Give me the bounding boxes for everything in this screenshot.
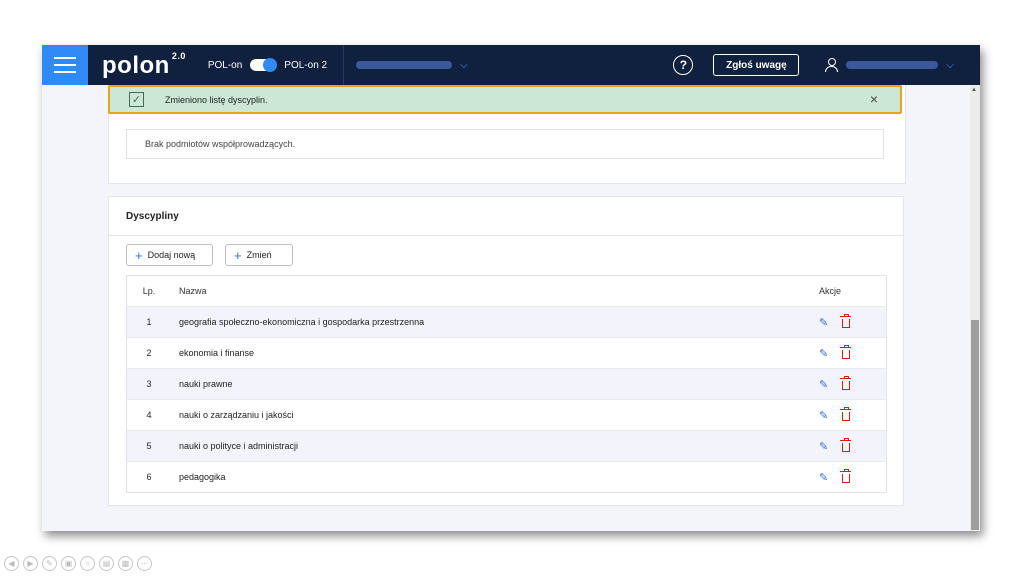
empty-co-organizers-message: Brak podmiotów współprowadzących. <box>126 129 884 159</box>
zoom-icon[interactable]: ○ <box>80 556 95 571</box>
pencil-icon[interactable]: ✎ <box>819 316 828 329</box>
vertical-scrollbar[interactable]: ▲ <box>970 85 980 531</box>
change-button-label: Zmień <box>246 250 272 260</box>
system-switch[interactable] <box>250 58 278 72</box>
column-header-name: Nazwa <box>179 286 207 296</box>
table-row: 2 ekonomia i finanse ✎ <box>127 338 886 369</box>
app-window: polon 2.0 POL-on POL-on 2 ⌵ ? Zgłoś uwagę… <box>42 45 980 531</box>
disciplines-card: Dyscypliny + Dodaj nową + Zmień Lp. Nazw… <box>108 196 904 506</box>
trash-icon[interactable] <box>840 375 852 390</box>
table-row: 6 pedagogika ✎ <box>127 462 886 492</box>
row-name: nauki o polityce i administracji <box>179 441 299 451</box>
chevron-down-icon: ⌵ <box>946 59 954 71</box>
trash-icon[interactable] <box>840 468 852 483</box>
logo-version: 2.0 <box>171 50 186 61</box>
row-actions: ✎ <box>819 406 886 422</box>
disciplines-title: Dyscypliny <box>126 211 179 222</box>
pencil-icon[interactable]: ✎ <box>819 440 828 453</box>
pencil-icon[interactable]: ✎ <box>819 378 828 391</box>
success-toast: ✓ Zmieniono listę dyscyplin. × <box>108 85 902 114</box>
pol-on2-label: POL-on 2 <box>284 59 328 71</box>
scroll-up-arrow-icon[interactable]: ▲ <box>971 87 977 93</box>
row-lp: 4 <box>146 410 152 420</box>
logo-text: polon <box>102 51 170 79</box>
column-header-actions: Akcje <box>819 286 842 296</box>
toast-message: Zmieniono listę dyscyplin. <box>165 94 268 105</box>
hamburger-icon-bar <box>54 71 76 73</box>
hamburger-icon-bar <box>54 57 76 59</box>
scrollbar-thumb[interactable] <box>971 320 979 530</box>
close-icon[interactable]: × <box>870 91 878 107</box>
system-toggle: POL-on POL-on 2 <box>207 58 328 72</box>
add-button-label: Dodaj nową <box>147 250 196 260</box>
polon-logo[interactable]: polon 2.0 <box>102 51 186 80</box>
institution-name-redacted <box>356 61 453 69</box>
table-row: 4 nauki o zarządzaniu i jakości ✎ <box>127 400 886 431</box>
row-lp: 6 <box>146 472 152 482</box>
row-lp: 5 <box>146 441 152 451</box>
disciplines-table: Lp. Nazwa Akcje 1 geografia społeczno-ek… <box>126 275 887 493</box>
pencil-icon[interactable]: ✎ <box>819 471 828 484</box>
plus-icon: + <box>234 247 242 263</box>
add-discipline-button[interactable]: + Dodaj nową <box>126 244 213 266</box>
pencil-icon[interactable]: ✎ <box>819 409 828 422</box>
screen-icon[interactable]: ▤ <box>99 556 114 571</box>
trash-icon[interactable] <box>840 437 852 452</box>
user-menu[interactable]: ⌵ <box>825 57 954 73</box>
question-circle-icon[interactable]: ? <box>673 55 694 75</box>
divider <box>109 235 903 236</box>
row-name: nauki prawne <box>179 379 233 389</box>
plus-icon: + <box>135 247 143 263</box>
hamburger-icon-bar <box>54 64 76 66</box>
pencil-icon[interactable]: ✎ <box>819 347 828 360</box>
previous-icon[interactable]: ◀ <box>4 556 19 571</box>
chevron-down-icon: ⌵ <box>460 59 468 71</box>
row-lp: 2 <box>146 348 152 358</box>
check-icon: ✓ <box>129 92 144 107</box>
trash-icon[interactable] <box>840 406 852 421</box>
row-lp: 1 <box>146 317 152 327</box>
row-actions: ✎ <box>819 344 886 360</box>
table-row: 1 geografia społeczno-ekonomiczna i gosp… <box>127 307 886 338</box>
next-icon[interactable]: ▶ <box>23 556 38 571</box>
row-name: geografia społeczno-ekonomiczna i gospod… <box>179 317 425 327</box>
row-actions: ✎ <box>819 437 886 453</box>
hamburger-menu-button[interactable] <box>42 45 88 85</box>
trash-icon[interactable] <box>840 344 852 359</box>
table-row: 5 nauki o polityce i administracji ✎ <box>127 431 886 462</box>
row-lp: 3 <box>146 379 152 389</box>
media-icon[interactable]: ▩ <box>118 556 133 571</box>
table-row: 3 nauki prawne ✎ <box>127 369 886 400</box>
user-icon <box>825 57 839 73</box>
pol-on-label: POL-on <box>207 59 243 71</box>
row-name: ekonomia i finanse <box>179 348 255 358</box>
row-actions: ✎ <box>819 468 886 484</box>
pen-icon[interactable]: ✎ <box>42 556 57 571</box>
column-header-lp: Lp. <box>142 286 156 296</box>
row-name: pedagogika <box>179 472 226 482</box>
viewer-toolbar: ◀ ▶ ✎ ▣ ○ ▤ ▩ ⋯ <box>4 556 152 571</box>
trash-icon[interactable] <box>840 313 852 328</box>
user-name-redacted <box>846 61 939 69</box>
row-actions: ✎ <box>819 313 886 329</box>
more-icon[interactable]: ⋯ <box>137 556 152 571</box>
report-issue-button[interactable]: Zgłoś uwagę <box>713 54 800 76</box>
copy-icon[interactable]: ▣ <box>61 556 76 571</box>
row-name: nauki o zarządzaniu i jakości <box>179 410 294 420</box>
row-actions: ✎ <box>819 375 886 391</box>
table-header-row: Lp. Nazwa Akcje <box>127 276 886 307</box>
institution-select[interactable]: ⌵ <box>343 45 486 85</box>
top-header: polon 2.0 POL-on POL-on 2 ⌵ ? Zgłoś uwagę… <box>42 45 980 85</box>
change-disciplines-button[interactable]: + Zmień <box>225 244 293 266</box>
